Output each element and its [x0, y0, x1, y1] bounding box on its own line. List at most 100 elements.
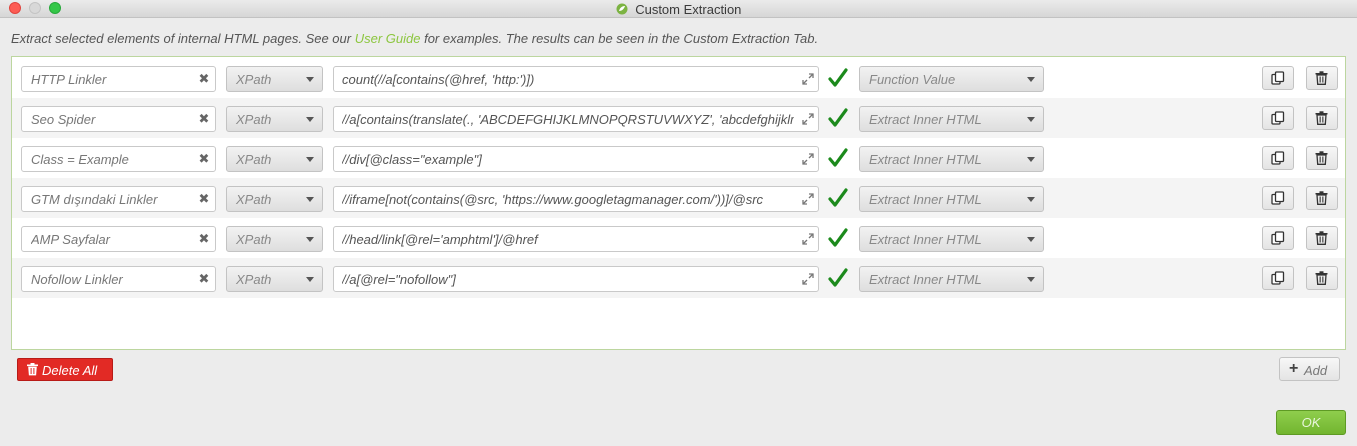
- extractor-mode-select[interactable]: Extract Inner HTML: [859, 186, 1044, 212]
- extractor-mode-value: Function Value: [869, 72, 956, 87]
- extractor-expression-field[interactable]: //a[contains(translate(., 'ABCDEFGHIJKLM…: [333, 106, 819, 132]
- extractor-expression-value: //a[contains(translate(., 'ABCDEFGHIJKLM…: [342, 112, 794, 127]
- extractor-expression-value: //iframe[not(contains(@src, 'https://www…: [342, 192, 764, 207]
- window-title-area: Custom Extraction: [0, 0, 1357, 17]
- extractor-row: GTM dışındaki Linkler ✖ XPath //iframe[not(…: [12, 178, 1345, 218]
- delete-all-label: Delete All: [42, 363, 98, 378]
- check-icon: [828, 188, 848, 207]
- chevron-down-icon: [1027, 277, 1035, 282]
- extractor-name-field[interactable]: GTM dışındaki Linkler ✖: [21, 186, 216, 212]
- expand-icon[interactable]: [802, 153, 814, 165]
- extractor-type-value: XPath: [236, 272, 272, 287]
- trash-icon: [1315, 71, 1328, 85]
- extractor-row: Seo Spider ✖ XPath //a[contains(translate(.…: [12, 98, 1345, 138]
- duplicate-button[interactable]: [1262, 106, 1294, 130]
- clear-icon[interactable]: ✖: [197, 152, 211, 166]
- expand-icon[interactable]: [802, 113, 814, 125]
- extractor-mode-select[interactable]: Extract Inner HTML: [859, 266, 1044, 292]
- add-button[interactable]: + Add: [1279, 357, 1340, 381]
- delete-all-button[interactable]: Delete All: [17, 358, 113, 381]
- extractor-name-field[interactable]: Nofollow Linkler ✖: [21, 266, 216, 292]
- copy-icon: [1271, 191, 1285, 205]
- duplicate-button[interactable]: [1262, 266, 1294, 290]
- remove-row-button[interactable]: [1306, 106, 1338, 130]
- trash-icon: [1315, 111, 1328, 125]
- duplicate-button[interactable]: [1262, 186, 1294, 210]
- clear-icon[interactable]: ✖: [197, 72, 211, 86]
- extractor-list: HTTP Linkler ✖ XPath count(//a[contains(@hr…: [11, 56, 1346, 350]
- intro-text-before: Extract selected elements of internal HT…: [11, 31, 355, 46]
- intro-text: Extract selected elements of internal HT…: [11, 31, 818, 46]
- copy-icon: [1271, 271, 1285, 285]
- trash-icon: [1315, 231, 1328, 245]
- expand-icon[interactable]: [802, 193, 814, 205]
- trash-icon: [27, 363, 38, 376]
- extractor-name-value: AMP Sayfalar: [31, 232, 110, 247]
- remove-row-button[interactable]: [1306, 266, 1338, 290]
- copy-icon: [1271, 71, 1285, 85]
- extractor-type-select[interactable]: XPath: [226, 186, 323, 212]
- clear-icon[interactable]: ✖: [197, 232, 211, 246]
- extractor-type-select[interactable]: XPath: [226, 146, 323, 172]
- extractor-name-field[interactable]: AMP Sayfalar ✖: [21, 226, 216, 252]
- remove-row-button[interactable]: [1306, 66, 1338, 90]
- extractor-expression-field[interactable]: //head/link[@rel='amphtml']/@href: [333, 226, 819, 252]
- ok-button[interactable]: OK: [1276, 410, 1346, 435]
- extractor-expression-field[interactable]: //div[@class="example"]: [333, 146, 819, 172]
- extractor-mode-value: Extract Inner HTML: [869, 112, 982, 127]
- expand-icon[interactable]: [802, 73, 814, 85]
- extractor-type-select[interactable]: XPath: [226, 226, 323, 252]
- extractor-mode-select[interactable]: Extract Inner HTML: [859, 146, 1044, 172]
- extractor-mode-select[interactable]: Function Value: [859, 66, 1044, 92]
- remove-row-button[interactable]: [1306, 146, 1338, 170]
- clear-icon[interactable]: ✖: [197, 192, 211, 206]
- copy-icon: [1271, 151, 1285, 165]
- extractor-expression-field[interactable]: count(//a[contains(@href, 'http:')]): [333, 66, 819, 92]
- extractor-mode-value: Extract Inner HTML: [869, 152, 982, 167]
- extractor-name-field[interactable]: HTTP Linkler ✖: [21, 66, 216, 92]
- clear-icon[interactable]: ✖: [197, 112, 211, 126]
- extractor-type-value: XPath: [236, 232, 272, 247]
- intro-text-after: for examples. The results can be seen in…: [420, 31, 819, 46]
- chevron-down-icon: [306, 277, 314, 282]
- extractor-name-field[interactable]: Class = Example ✖: [21, 146, 216, 172]
- extractor-expression-value: //head/link[@rel='amphtml']/@href: [342, 232, 538, 247]
- extractor-mode-select[interactable]: Extract Inner HTML: [859, 226, 1044, 252]
- trash-icon: [1315, 151, 1328, 165]
- extractor-expression-field[interactable]: //a[@rel="nofollow"]: [333, 266, 819, 292]
- remove-row-button[interactable]: [1306, 186, 1338, 210]
- check-icon: [828, 148, 848, 167]
- extractor-type-value: XPath: [236, 192, 272, 207]
- extractor-expression-value: //div[@class="example"]: [342, 152, 482, 167]
- duplicate-button[interactable]: [1262, 146, 1294, 170]
- expand-icon[interactable]: [802, 233, 814, 245]
- extractor-name-value: Seo Spider: [31, 112, 96, 127]
- extractor-type-select[interactable]: XPath: [226, 66, 323, 92]
- extractor-name-field[interactable]: Seo Spider ✖: [21, 106, 216, 132]
- extractor-name-value: Nofollow Linkler: [31, 272, 123, 287]
- remove-row-button[interactable]: [1306, 226, 1338, 250]
- app-logo-icon: [616, 3, 628, 15]
- clear-icon[interactable]: ✖: [197, 272, 211, 286]
- check-icon: [828, 228, 848, 247]
- plus-icon: +: [1289, 360, 1299, 377]
- user-guide-link[interactable]: User Guide: [355, 31, 421, 46]
- chevron-down-icon: [1027, 197, 1035, 202]
- check-icon: [828, 68, 848, 87]
- add-label: Add: [1304, 363, 1328, 378]
- extractor-name-value: HTTP Linkler: [31, 72, 107, 87]
- expand-icon[interactable]: [802, 273, 814, 285]
- extractor-expression-field[interactable]: //iframe[not(contains(@src, 'https://www…: [333, 186, 819, 212]
- duplicate-button[interactable]: [1262, 226, 1294, 250]
- extractor-type-select[interactable]: XPath: [226, 266, 323, 292]
- chevron-down-icon: [1027, 237, 1035, 242]
- extractor-mode-select[interactable]: Extract Inner HTML: [859, 106, 1044, 132]
- extractor-name-value: GTM dışındaki Linkler: [31, 192, 158, 207]
- chevron-down-icon: [306, 237, 314, 242]
- chevron-down-icon: [306, 117, 314, 122]
- extractor-type-select[interactable]: XPath: [226, 106, 323, 132]
- extractor-name-value: Class = Example: [31, 152, 129, 167]
- check-icon: [828, 268, 848, 287]
- duplicate-button[interactable]: [1262, 66, 1294, 90]
- check-icon: [828, 108, 848, 127]
